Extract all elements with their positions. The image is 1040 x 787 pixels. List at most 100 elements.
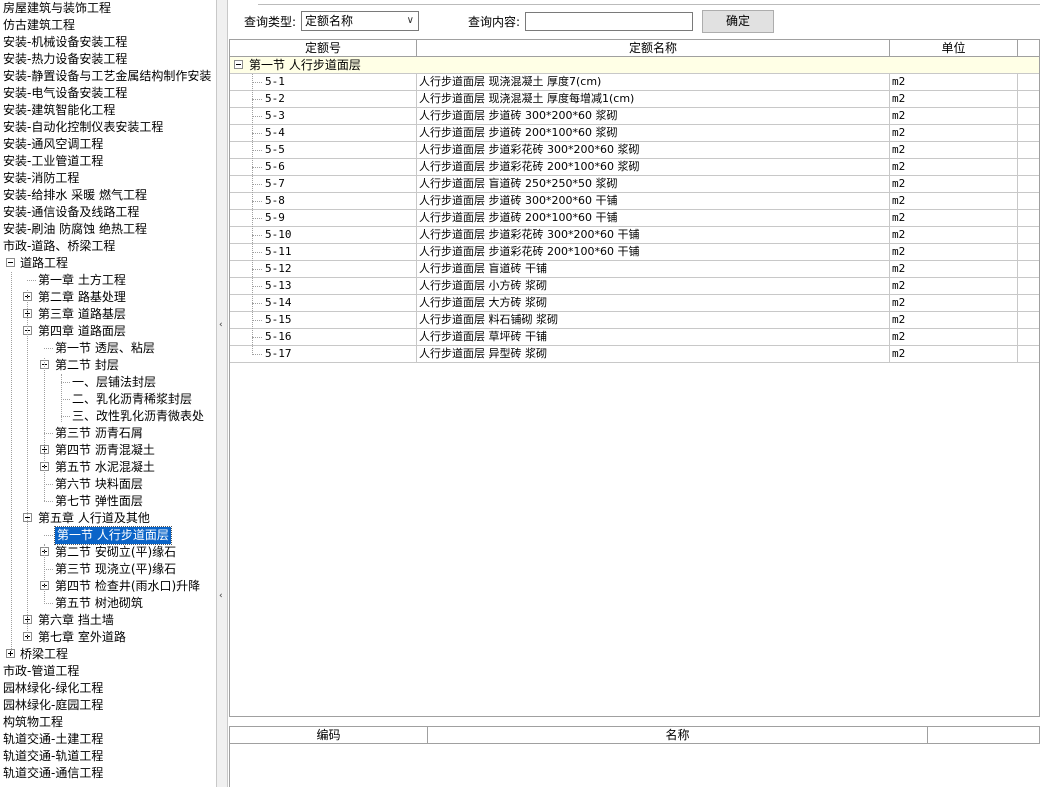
tree-item-label: 第三节 现浇立(平)缘石 bbox=[55, 562, 177, 576]
table-row[interactable]: 5-12 人行步道面层 盲道砖 干铺 m2 bbox=[230, 261, 1039, 278]
tree-item[interactable]: 第三节 沥青石屑 bbox=[0, 425, 216, 442]
tree-item[interactable]: 桥梁工程 bbox=[0, 646, 216, 663]
table-row[interactable]: 5-11 人行步道面层 步道彩花砖 200*100*60 干铺 m2 bbox=[230, 244, 1039, 261]
tree-item[interactable]: 道路工程 bbox=[0, 255, 216, 272]
tree-item[interactable]: 构筑物工程 bbox=[0, 714, 216, 731]
tree-item-label: 房屋建筑与装饰工程 bbox=[3, 1, 112, 15]
table-row[interactable]: 5-10 人行步道面层 步道彩花砖 300*200*60 干铺 m2 bbox=[230, 227, 1039, 244]
tree-item[interactable]: 安装-给排水 采暖 燃气工程 bbox=[0, 187, 216, 204]
tree-item[interactable]: 第五节 水泥混凝土 bbox=[0, 459, 216, 476]
cell-extra bbox=[1018, 74, 1039, 91]
column-header-name[interactable]: 定额名称 bbox=[417, 40, 890, 57]
query-content-input[interactable] bbox=[525, 12, 693, 31]
tree-item[interactable]: 安装-通信设备及线路工程 bbox=[0, 204, 216, 221]
tree-item[interactable]: 轨道交通-轨道工程 bbox=[0, 748, 216, 765]
cell-unit: m2 bbox=[890, 210, 1018, 227]
tree-item-label: 第五节 水泥混凝土 bbox=[55, 460, 155, 474]
tree-item[interactable]: 第三章 道路基层 bbox=[0, 306, 216, 323]
table-row[interactable]: 5-7 人行步道面层 盲道砖 250*250*50 浆砌 m2 bbox=[230, 176, 1039, 193]
tree-item[interactable]: 三、改性乳化沥青微表处 bbox=[0, 408, 216, 425]
table-row[interactable]: 5-3 人行步道面层 步道砖 300*200*60 浆砌 m2 bbox=[230, 108, 1039, 125]
right-panel: 查询类型: 定额名称 ∨ 查询内容: 确定 定额号 定额名称 单位 第一节 人行… bbox=[228, 0, 1040, 787]
collapse-left-icon-lower[interactable]: ‹ bbox=[219, 592, 225, 601]
tree-item[interactable]: 安装-消防工程 bbox=[0, 170, 216, 187]
tree-item[interactable]: 第七节 弹性面层 bbox=[0, 493, 216, 510]
detail-grid[interactable]: 编码 名称 bbox=[229, 726, 1040, 787]
tree-item[interactable]: 轨道交通-通信工程 bbox=[0, 765, 216, 782]
query-type-select[interactable]: 定额名称 ∨ bbox=[301, 11, 419, 31]
tree-item[interactable]: 第四节 沥青混凝土 bbox=[0, 442, 216, 459]
tree-item[interactable]: 市政-管道工程 bbox=[0, 663, 216, 680]
collapse-icon[interactable] bbox=[6, 258, 15, 267]
tree-item[interactable]: 安装-建筑智能化工程 bbox=[0, 102, 216, 119]
collapse-left-icon[interactable]: ‹ bbox=[219, 321, 225, 330]
tree-item[interactable]: 第一节 透层、粘层 bbox=[0, 340, 216, 357]
tree-item-label: 安装-电气设备安装工程 bbox=[3, 86, 128, 100]
tree-item[interactable]: 第一节 人行步道面层 bbox=[0, 526, 216, 545]
tree-item[interactable]: 轨道交通-土建工程 bbox=[0, 731, 216, 748]
quota-grid[interactable]: 定额号 定额名称 单位 第一节 人行步道面层 5-1 人行步道面层 现浇混凝土 厚… bbox=[229, 39, 1040, 717]
tree-item-label: 第四节 检查井(雨水口)升降 bbox=[55, 579, 201, 593]
table-row[interactable]: 5-14 人行步道面层 大方砖 浆砌 m2 bbox=[230, 295, 1039, 312]
group-row[interactable]: 第一节 人行步道面层 bbox=[230, 57, 1039, 74]
tree-item[interactable]: 第五章 人行道及其他 bbox=[0, 510, 216, 527]
row-connector bbox=[252, 133, 262, 134]
tree-item[interactable]: 安装-热力设备安装工程 bbox=[0, 51, 216, 68]
tree-item[interactable]: 安装-电气设备安装工程 bbox=[0, 85, 216, 102]
tree-item-label: 安装-刷油 防腐蚀 绝热工程 bbox=[3, 222, 147, 236]
column-header-code[interactable]: 定额号 bbox=[230, 40, 417, 57]
tree-item[interactable]: 第六节 块料面层 bbox=[0, 476, 216, 493]
tree-item[interactable]: 第六章 挡土墙 bbox=[0, 612, 216, 629]
table-row[interactable]: 5-2 人行步道面层 现浇混凝土 厚度每增减1(cm) m2 bbox=[230, 91, 1039, 108]
tree-item[interactable]: 房屋建筑与装饰工程 bbox=[0, 0, 216, 17]
tree-item[interactable]: 安装-工业管道工程 bbox=[0, 153, 216, 170]
table-row[interactable]: 5-4 人行步道面层 步道砖 200*100*60 浆砌 m2 bbox=[230, 125, 1039, 142]
tree-item[interactable]: 第三节 现浇立(平)缘石 bbox=[0, 561, 216, 578]
tree-item[interactable]: 第七章 室外道路 bbox=[0, 629, 216, 646]
tree-item[interactable]: 安装-刷油 防腐蚀 绝热工程 bbox=[0, 221, 216, 238]
table-row[interactable]: 5-6 人行步道面层 步道彩花砖 200*100*60 浆砌 m2 bbox=[230, 159, 1039, 176]
cell-unit: m2 bbox=[890, 176, 1018, 193]
tree-item[interactable]: 园林绿化-绿化工程 bbox=[0, 680, 216, 697]
table-row[interactable]: 5-1 人行步道面层 现浇混凝土 厚度7(cm) m2 bbox=[230, 74, 1039, 91]
tree-item[interactable]: 第四章 道路面层 bbox=[0, 323, 216, 340]
cell-extra bbox=[1018, 244, 1039, 261]
tree-item-label: 安装-热力设备安装工程 bbox=[3, 52, 128, 66]
tree-item-label: 第三章 道路基层 bbox=[38, 307, 126, 321]
table-row[interactable]: 5-15 人行步道面层 料石铺砌 浆砌 m2 bbox=[230, 312, 1039, 329]
tree-item[interactable]: 安装-静置设备与工艺金属结构制作安装 bbox=[0, 68, 216, 85]
tree-item[interactable]: 仿古建筑工程 bbox=[0, 17, 216, 34]
tree-item[interactable]: 第二章 路基处理 bbox=[0, 289, 216, 306]
tree-item[interactable]: 园林绿化-庭园工程 bbox=[0, 697, 216, 714]
tree-item[interactable]: 第二节 封层 bbox=[0, 357, 216, 374]
tree-item[interactable]: 一、层铺法封层 bbox=[0, 374, 216, 391]
table-row[interactable]: 5-17 人行步道面层 异型砖 浆砌 m2 bbox=[230, 346, 1039, 363]
column-header-extra bbox=[1018, 40, 1039, 57]
column-header-code[interactable]: 编码 bbox=[230, 727, 428, 744]
tree-item[interactable]: 市政-道路、桥梁工程 bbox=[0, 238, 216, 255]
tree-item-label: 市政-道路、桥梁工程 bbox=[3, 239, 116, 253]
tree-item[interactable]: 第四节 检查井(雨水口)升降 bbox=[0, 578, 216, 595]
column-header-name[interactable]: 名称 bbox=[428, 727, 928, 744]
table-row[interactable]: 5-13 人行步道面层 小方砖 浆砌 m2 bbox=[230, 278, 1039, 295]
tree-item-label: 第三节 沥青石屑 bbox=[55, 426, 143, 440]
table-row[interactable]: 5-5 人行步道面层 步道彩花砖 300*200*60 浆砌 m2 bbox=[230, 142, 1039, 159]
tree-item[interactable]: 安装-通风空调工程 bbox=[0, 136, 216, 153]
tree-item[interactable]: 安装-机械设备安装工程 bbox=[0, 34, 216, 51]
category-tree[interactable]: 房屋建筑与装饰工程 仿古建筑工程 安装-机械设备安装工程 安装-热力设备安装工程 安装-… bbox=[0, 0, 216, 787]
tree-item[interactable]: 安装-自动化控制仪表安装工程 bbox=[0, 119, 216, 136]
tree-item[interactable]: 第一章 土方工程 bbox=[0, 272, 216, 289]
tree-item[interactable]: 第五节 树池砌筑 bbox=[0, 595, 216, 612]
tree-item[interactable]: 第二节 安砌立(平)缘石 bbox=[0, 544, 216, 561]
table-row[interactable]: 5-16 人行步道面层 草坪砖 干铺 m2 bbox=[230, 329, 1039, 346]
tree-item[interactable]: 二、乳化沥青稀浆封层 bbox=[0, 391, 216, 408]
tree-item-label: 构筑物工程 bbox=[3, 715, 64, 729]
table-row[interactable]: 5-9 人行步道面层 步道砖 200*100*60 干铺 m2 bbox=[230, 210, 1039, 227]
collapse-group-icon[interactable] bbox=[234, 60, 243, 69]
confirm-button[interactable]: 确定 bbox=[702, 10, 774, 33]
table-row[interactable]: 5-8 人行步道面层 步道砖 300*200*60 干铺 m2 bbox=[230, 193, 1039, 210]
tree-item-label: 轨道交通-轨道工程 bbox=[3, 749, 104, 763]
column-header-unit[interactable]: 单位 bbox=[890, 40, 1018, 57]
panel-splitter[interactable]: ‹ ‹ bbox=[216, 0, 228, 787]
chevron-down-icon[interactable]: ∨ bbox=[407, 12, 414, 30]
